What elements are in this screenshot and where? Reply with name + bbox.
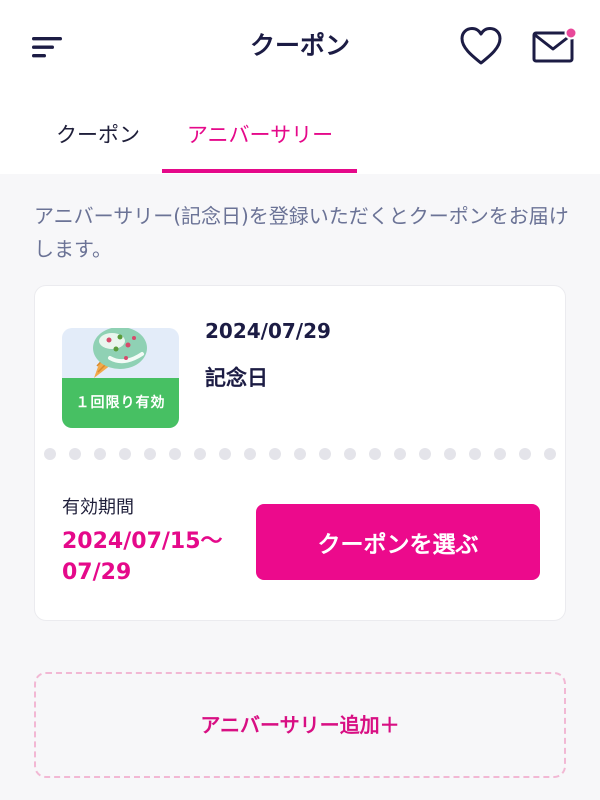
heart-icon[interactable]	[459, 25, 503, 67]
add-anniversary-button[interactable]: アニバーサリー追加＋	[34, 672, 566, 778]
perforation-dot	[394, 448, 406, 460]
perforation-dot	[494, 448, 506, 460]
app-header: クーポン	[0, 0, 600, 96]
tab-bar: クーポン アニバーサリー	[0, 96, 600, 174]
perforation-dot	[519, 448, 531, 460]
perforation-dot	[44, 448, 56, 460]
tab-coupon[interactable]: クーポン	[38, 96, 158, 174]
coupon-date: 2024/07/29	[205, 319, 331, 343]
select-coupon-button[interactable]: クーポンを選ぶ	[256, 504, 540, 580]
anniversary-description: アニバーサリー(記念日)を登録いただくとクーポンをお届けします。	[34, 204, 569, 261]
coupon-name: 記念日	[205, 366, 268, 390]
perforation-dot	[319, 448, 331, 460]
perforation-dot	[469, 448, 481, 460]
perforation-dot	[219, 448, 231, 460]
perforation-divider	[44, 448, 556, 460]
active-tab-indicator	[162, 169, 357, 173]
mail-icon[interactable]	[531, 26, 579, 66]
perforation-dot	[69, 448, 81, 460]
tab-anniversary[interactable]: アニバーサリー	[163, 96, 357, 174]
perforation-dot	[544, 448, 556, 460]
page-title: クーポン	[249, 31, 350, 60]
validity-period: 2024/07/15〜07/29	[62, 529, 223, 585]
validity-label: 有効期間	[62, 497, 134, 518]
perforation-dot	[144, 448, 156, 460]
coupon-card: １回限り有効 2024/07/29 記念日 有効期間 2024/07/15〜07…	[34, 285, 566, 621]
perforation-dot	[344, 448, 356, 460]
ice-cream-icon	[93, 328, 147, 378]
perforation-dot	[444, 448, 456, 460]
perforation-dot	[269, 448, 281, 460]
one-time-badge: １回限り有効	[62, 378, 179, 428]
perforation-dot	[94, 448, 106, 460]
perforation-dot	[419, 448, 431, 460]
perforation-dot	[169, 448, 181, 460]
perforation-dot	[369, 448, 381, 460]
perforation-dot	[194, 448, 206, 460]
perforation-dot	[294, 448, 306, 460]
coupon-thumbnail: １回限り有効	[62, 328, 179, 428]
perforation-dot	[244, 448, 256, 460]
notification-dot-icon	[564, 26, 578, 40]
perforation-dot	[119, 448, 131, 460]
